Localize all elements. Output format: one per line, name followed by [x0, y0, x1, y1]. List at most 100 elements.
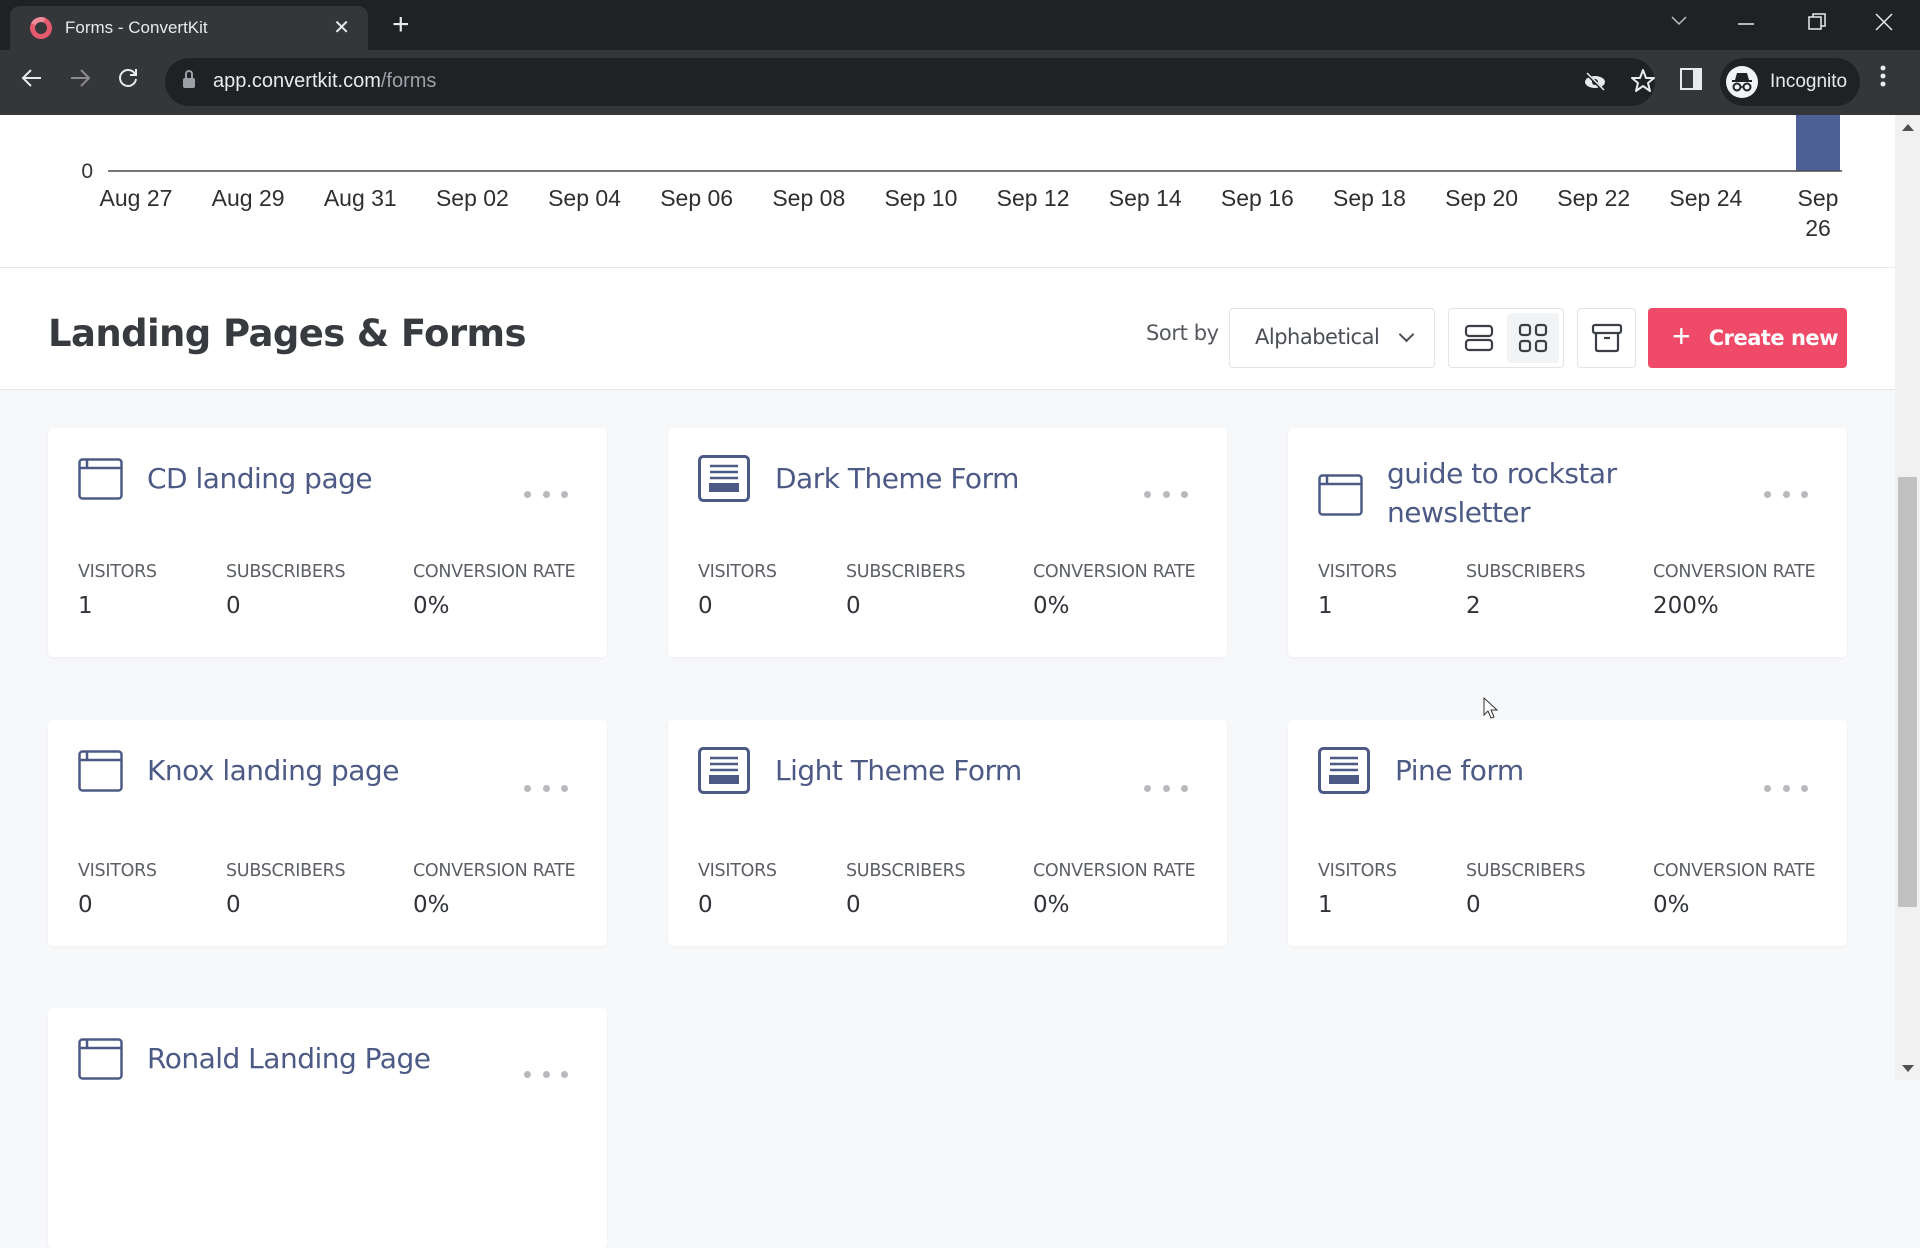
form-icon — [698, 455, 750, 502]
form-card[interactable]: Dark Theme Form VISITORS 0 SUBSCRIBERS 0 CONV… — [668, 428, 1227, 657]
visitors-stat: VISITORS 1 — [1318, 861, 1397, 918]
scroll-up-arrow-icon[interactable] — [1902, 124, 1914, 131]
page-title: Landing Pages & Forms — [48, 312, 527, 355]
form-card[interactable]: Knox landing page VISITORS 0 SUBSCRIBERS 0 CO… — [48, 720, 607, 946]
conversion-label: CONVERSION RATE — [413, 562, 576, 582]
form-card[interactable]: Pine form VISITORS 1 SUBSCRIBERS 0 CONVERSION… — [1288, 720, 1847, 946]
url-text[interactable]: app.convertkit.com/forms — [213, 70, 436, 93]
y-tick-label: 0 — [81, 160, 93, 183]
subscribers-label: SUBSCRIBERS — [226, 562, 346, 582]
conversion-label: CONVERSION RATE — [1653, 562, 1816, 582]
list-view-icon — [1464, 324, 1494, 352]
visitors-label: VISITORS — [1318, 562, 1397, 582]
page-scrollbar[interactable] — [1895, 115, 1920, 1080]
kebab-menu-icon[interactable] — [1880, 64, 1886, 88]
card-more-options-icon[interactable] — [1144, 488, 1188, 500]
scrollbar-thumb[interactable] — [1898, 477, 1917, 907]
card-more-options-icon[interactable] — [1144, 782, 1188, 794]
browser-tab[interactable]: Forms - ConvertKit ✕ — [10, 6, 368, 50]
restore-icon[interactable] — [1808, 13, 1826, 37]
x-tick-label: Sep 12 — [997, 185, 1070, 211]
conversion-stat: CONVERSION RATE 0% — [1033, 861, 1196, 918]
subscribers-value: 0 — [846, 593, 861, 619]
chevron-down-icon — [1398, 326, 1415, 343]
scroll-down-arrow-icon[interactable] — [1902, 1065, 1914, 1072]
subscribers-stat: SUBSCRIBERS 0 — [846, 562, 966, 619]
forward-arrow-icon[interactable] — [68, 66, 92, 97]
profile-button[interactable]: Incognito — [1720, 58, 1860, 106]
card-more-options-icon[interactable] — [1764, 488, 1808, 500]
x-tick-label: Sep 24 — [1669, 185, 1742, 211]
card-more-options-icon[interactable] — [524, 782, 568, 794]
visitors-value: 0 — [78, 892, 93, 918]
subscribers-value: 0 — [1466, 892, 1481, 918]
conversion-value: 0% — [1033, 892, 1070, 918]
back-arrow-icon[interactable] — [20, 66, 44, 97]
subscribers-stat: SUBSCRIBERS 0 — [226, 562, 346, 619]
incognito-icon — [1726, 66, 1758, 98]
card-title[interactable]: Pine form — [1395, 751, 1755, 790]
chart-bar[interactable] — [1796, 115, 1840, 171]
close-window-icon[interactable] — [1875, 13, 1893, 37]
reload-icon[interactable] — [116, 66, 140, 97]
x-tick-label: Aug 27 — [100, 185, 173, 211]
sort-dropdown[interactable]: Alphabetical — [1229, 308, 1435, 368]
subscribers-label: SUBSCRIBERS — [226, 861, 346, 881]
list-view-button[interactable] — [1453, 313, 1505, 363]
conversion-stat: CONVERSION RATE 0% — [1033, 562, 1196, 619]
grid-view-icon — [1518, 323, 1548, 353]
new-tab-button[interactable]: + — [392, 8, 410, 42]
plus-icon: + — [1672, 318, 1691, 354]
visitors-stat: VISITORS 0 — [698, 562, 777, 619]
conversion-value: 0% — [413, 593, 450, 619]
minimize-icon[interactable] — [1738, 12, 1754, 35]
create-new-button[interactable]: + Create new — [1648, 308, 1847, 368]
conversion-value: 0% — [1033, 593, 1070, 619]
star-icon[interactable] — [1630, 68, 1656, 100]
create-new-label: Create new — [1708, 326, 1839, 350]
card-title[interactable]: Ronald Landing Page — [147, 1039, 507, 1078]
visitors-label: VISITORS — [698, 861, 777, 881]
archive-button[interactable] — [1577, 308, 1636, 368]
x-tick-label: Aug 29 — [212, 185, 285, 211]
address-bar[interactable]: app.convertkit.com/forms — [165, 58, 1655, 106]
tab-search-icon[interactable] — [1670, 10, 1688, 33]
card-more-options-icon[interactable] — [1764, 782, 1808, 794]
card-title[interactable]: CD landing page — [147, 459, 507, 498]
subscribers-stat: SUBSCRIBERS 2 — [1466, 562, 1586, 619]
card-title[interactable]: Dark Theme Form — [775, 459, 1135, 498]
form-card[interactable]: Light Theme Form VISITORS 0 SUBSCRIBERS 0 CON… — [668, 720, 1227, 946]
eye-off-icon[interactable] — [1583, 70, 1607, 100]
visitors-value: 1 — [1318, 892, 1333, 918]
subscribers-value: 0 — [846, 892, 861, 918]
subscribers-label: SUBSCRIBERS — [846, 562, 966, 582]
card-title[interactable]: Knox landing page — [147, 751, 507, 790]
card-title[interactable]: Light Theme Form — [775, 751, 1135, 790]
forms-grid: CD landing page VISITORS 1 SUBSCRIBERS 0 CONV… — [0, 391, 1895, 1248]
x-tick-label: Sep 14 — [1109, 185, 1182, 211]
view-toggle — [1448, 308, 1564, 368]
visitors-label: VISITORS — [698, 562, 777, 582]
browser-tab-bar: Forms - ConvertKit ✕ + — [0, 0, 1920, 50]
conversion-value: 0% — [413, 892, 450, 918]
subscribers-label: SUBSCRIBERS — [846, 861, 966, 881]
subscribers-stat: SUBSCRIBERS 0 — [846, 861, 966, 918]
visitors-value: 0 — [698, 593, 713, 619]
lock-icon[interactable] — [183, 70, 195, 89]
visitors-stat: VISITORS 0 — [78, 861, 157, 918]
side-panel-icon[interactable] — [1680, 68, 1702, 97]
subscribers-label: SUBSCRIBERS — [1466, 562, 1586, 582]
card-more-options-icon[interactable] — [524, 1068, 568, 1080]
card-title[interactable]: guide to rockstar newsletter — [1387, 454, 1747, 532]
form-card[interactable]: guide to rockstar newsletter VISITORS 1 SUB… — [1288, 428, 1847, 657]
x-tick-label: Sep 20 — [1445, 185, 1518, 211]
x-tick-label: Sep 16 — [1221, 185, 1294, 211]
tab-close-icon[interactable]: ✕ — [333, 15, 350, 40]
grid-view-button[interactable] — [1507, 313, 1559, 363]
conversion-label: CONVERSION RATE — [413, 861, 576, 881]
form-card[interactable]: CD landing page VISITORS 1 SUBSCRIBERS 0 CONV… — [48, 428, 607, 657]
page-content: 0 Aug 27 Aug 29 Aug 31 Sep 02 Sep 04 Sep 06 Sep… — [0, 115, 1895, 1248]
card-more-options-icon[interactable] — [524, 488, 568, 500]
subscribers-value: 0 — [226, 593, 241, 619]
form-card[interactable]: Ronald Landing Page — [48, 1008, 607, 1248]
